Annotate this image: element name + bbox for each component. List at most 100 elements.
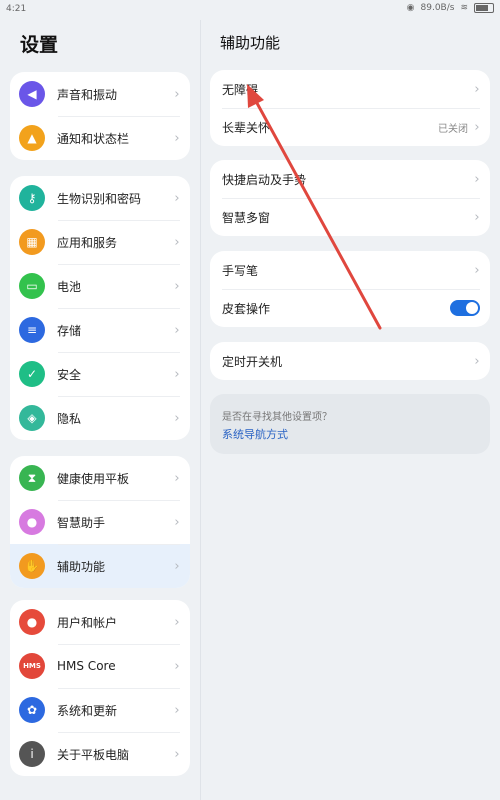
settings-group: ◀ 声音和振动 › ▲ 通知和状态栏 ›: [10, 72, 190, 160]
settings-item[interactable]: ▭ 电池 ›: [10, 264, 190, 308]
chevron-right-icon: ›: [474, 119, 480, 135]
chevron-right-icon: ›: [474, 209, 480, 225]
hand-icon: ✋: [19, 553, 45, 579]
net-speed: 89.0B/s: [420, 3, 455, 13]
settings-item-label: 存储: [57, 323, 82, 338]
settings-item[interactable]: ▲ 通知和状态栏 ›: [10, 116, 190, 160]
settings-item[interactable]: ⧗ 健康使用平板 ›: [10, 456, 190, 500]
settings-item[interactable]: HMS HMS Core ›: [10, 644, 190, 688]
storage-icon: ≡: [19, 317, 45, 343]
settings-item-label: 电池: [57, 279, 82, 294]
accessibility-item-label: 定时开关机: [222, 354, 283, 369]
chevron-right-icon: ›: [174, 410, 180, 426]
chevron-right-icon: ›: [174, 746, 180, 762]
shield-icon: ✓: [19, 361, 45, 387]
chevron-right-icon: ›: [174, 470, 180, 486]
hint-question: 是否在寻找其他设置项？: [222, 412, 332, 423]
chevron-right-icon: ›: [174, 190, 180, 206]
pane-divider: [200, 20, 201, 800]
hourglass-icon: ⧗: [19, 465, 45, 491]
settings-item[interactable]: ⚷ 生物识别和密码 ›: [10, 176, 190, 220]
accessibility-item-label: 快捷启动及手势: [222, 172, 307, 187]
toggle-switch[interactable]: [450, 300, 480, 316]
battery-icon: ▭: [19, 273, 45, 299]
bell-icon: ▲: [19, 125, 45, 151]
chevron-right-icon: ›: [474, 171, 480, 187]
chevron-right-icon: ›: [174, 86, 180, 102]
chevron-right-icon: ›: [474, 81, 480, 97]
detail-title: 辅助功能: [220, 34, 281, 52]
chevron-right-icon: ›: [174, 658, 180, 674]
settings-item-label: 通知和状态栏: [57, 131, 130, 146]
accessibility-item[interactable]: 定时开关机 ›: [210, 342, 490, 380]
status-time: 4:21: [6, 4, 27, 14]
chevron-right-icon: ›: [474, 262, 480, 278]
accessibility-item-label: 无障碍: [222, 82, 259, 97]
settings-item[interactable]: ✿ 系统和更新 ›: [10, 688, 190, 732]
settings-item-label: 系统和更新: [57, 703, 118, 718]
info-icon: i: [19, 741, 45, 767]
chevron-right-icon: ›: [174, 514, 180, 530]
user-icon: ●: [19, 609, 45, 635]
chevron-right-icon: ›: [174, 234, 180, 250]
accessibility-item-label: 智慧多窗: [222, 210, 271, 225]
settings-item[interactable]: ≡ 存储 ›: [10, 308, 190, 352]
settings-group: ⧗ 健康使用平板 › ● 智慧助手 › ✋ 辅助功能 ›: [10, 456, 190, 588]
system-navigation-link[interactable]: 系统导航方式: [222, 426, 288, 442]
settings-item-label: 智慧助手: [57, 515, 106, 530]
assistant-icon: ●: [19, 509, 45, 535]
settings-item[interactable]: ◀ 声音和振动 ›: [10, 72, 190, 116]
chevron-right-icon: ›: [474, 353, 480, 369]
chevron-right-icon: ›: [174, 130, 180, 146]
accessibility-item-label: 皮套操作: [222, 301, 271, 316]
speaker-icon: ◀: [19, 81, 45, 107]
chevron-right-icon: ›: [174, 614, 180, 630]
accessibility-item[interactable]: 快捷启动及手势 ›: [210, 160, 490, 198]
accessibility-item[interactable]: 智慧多窗 ›: [210, 198, 490, 236]
settings-item[interactable]: ✓ 安全 ›: [10, 352, 190, 396]
settings-item-label: 健康使用平板: [57, 471, 130, 486]
accessibility-item[interactable]: 长辈关怀 已关闭 ›: [210, 108, 490, 146]
key-icon: ⚷: [19, 185, 45, 211]
settings-item-label: 隐私: [57, 411, 82, 426]
chevron-right-icon: ›: [174, 322, 180, 338]
accessibility-group: 无障碍 › 长辈关怀 已关闭 ›: [210, 70, 490, 146]
settings-item-label: 声音和振动: [57, 87, 118, 102]
settings-item[interactable]: ● 用户和帐户 ›: [10, 600, 190, 644]
settings-item-label: 应用和服务: [57, 235, 118, 250]
settings-item-label: 安全: [57, 367, 82, 382]
settings-item-label: 辅助功能: [57, 559, 106, 574]
privacy-icon: ◈: [19, 405, 45, 431]
hms-icon: HMS: [19, 653, 45, 679]
accessibility-group: 定时开关机 ›: [210, 342, 490, 380]
settings-item[interactable]: ● 智慧助手 ›: [10, 500, 190, 544]
settings-item[interactable]: ✋ 辅助功能 ›: [10, 544, 190, 588]
item-status-value: 已关闭: [438, 123, 468, 135]
chevron-right-icon: ›: [174, 558, 180, 574]
settings-group: ⚷ 生物识别和密码 › ▦ 应用和服务 › ▭ 电池 › ≡ 存储 › ✓ 安全 › ◈ 隐私 ›: [10, 176, 190, 440]
settings-item-label: 用户和帐户: [57, 615, 118, 630]
settings-item[interactable]: i 关于平板电脑 ›: [10, 732, 190, 776]
settings-item[interactable]: ▦ 应用和服务 ›: [10, 220, 190, 264]
settings-item-label: 关于平板电脑: [57, 747, 130, 762]
settings-item-label: HMS Core: [57, 659, 116, 673]
accessibility-item-label: 长辈关怀: [222, 120, 271, 135]
accessibility-item[interactable]: 皮套操作: [210, 289, 490, 327]
accessibility-item-label: 手写笔: [222, 263, 259, 278]
settings-group: ● 用户和帐户 › HMS HMS Core › ✿ 系统和更新 › i 关于平板电脑 ›: [10, 600, 190, 776]
chevron-right-icon: ›: [174, 278, 180, 294]
wifi-icon: ≋: [460, 3, 468, 13]
accessibility-item[interactable]: 无障碍 ›: [210, 70, 490, 108]
settings-item[interactable]: ◈ 隐私 ›: [10, 396, 190, 440]
eye-icon: ◉: [406, 3, 415, 13]
status-icons: ◉ 89.0B/s ≋: [407, 3, 494, 13]
apps-icon: ▦: [19, 229, 45, 255]
battery-icon: [474, 3, 494, 13]
search-hint-card: 是否在寻找其他设置项？ 系统导航方式: [210, 394, 490, 454]
chevron-right-icon: ›: [174, 702, 180, 718]
status-bar: 4:21 ◉ 89.0B/s ≋: [0, 0, 500, 20]
chevron-right-icon: ›: [174, 366, 180, 382]
page-title: 设置: [20, 34, 59, 56]
accessibility-item[interactable]: 手写笔 ›: [210, 251, 490, 289]
gear-icon: ✿: [19, 697, 45, 723]
